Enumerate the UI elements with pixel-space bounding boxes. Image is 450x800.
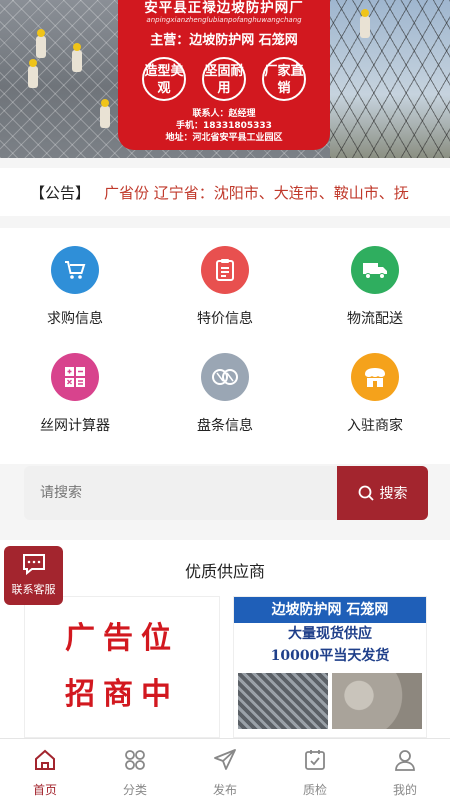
supplier-photos [234,673,426,729]
tab-label: 首页 [32,783,57,797]
product-photo [238,673,328,729]
top-banner[interactable]: 安平县正禄边坡防护网厂 anpingxianzhenglubianpofangh… [0,0,450,158]
check-doc-icon [270,747,360,773]
banner-badge: 厂家直销 [262,57,306,101]
supplier-card-header: 边坡防护网 石笼网 [234,597,426,623]
banner-worker-figure [360,9,370,38]
notice-bar[interactable]: 【公告】 广省份 辽宁省：沈阳市、大连市、鞍山市、抚 [0,168,450,216]
category-label: 物流配送 [347,311,403,327]
search-icon [358,485,374,501]
category-grid: 求购信息 特价信息 物流配送 丝网计算器 盘条信息 入驻商家 [0,228,450,464]
tab-label: 我的 [392,783,417,797]
banner-badges: 造型美观 坚固耐用 厂家直销 [118,57,330,101]
banner-badge: 造型美观 [142,57,186,101]
banner-worker-figure [72,43,82,72]
cart-icon [51,246,99,294]
supplier-card[interactable]: 边坡防护网 石笼网 大量现货供应 10000平当天发货 [233,596,427,738]
banner-sky-photo [330,0,450,158]
banner-contact: 联系人：赵经理 手机：18331805333 地址：河北省安平县工业园区 [118,108,330,144]
customer-service-button[interactable]: 联系客服 [4,546,63,605]
tab-home[interactable]: 首页 [0,739,90,800]
category-item-calculator[interactable]: 丝网计算器 [0,353,150,435]
chat-icon [4,552,63,581]
tab-category[interactable]: 分类 [90,739,180,800]
tab-publish[interactable]: 发布 [180,739,270,800]
notice-text[interactable]: 广省份 辽宁省：沈阳市、大连市、鞍山市、抚 [104,182,409,203]
banner-ad-panel: 安平县正禄边坡防护网厂 anpingxianzhenglubianpofangh… [118,0,330,150]
category-label: 盘条信息 [197,418,253,434]
banner-factory-name: 安平县正禄边坡防护网厂 [144,0,304,16]
product-photo [332,673,422,729]
banner-badge: 坚固耐用 [202,57,246,101]
search-input[interactable] [24,466,337,520]
customer-service-label: 联系客服 [11,583,56,596]
store-icon [351,353,399,401]
user-icon [360,747,450,773]
bottom-tab-bar: 首页 分类 发布 质检 我的 [0,738,450,800]
coil-icon [201,353,249,401]
tab-quality-check[interactable]: 质检 [270,739,360,800]
tab-label: 分类 [122,783,147,797]
search-button-label: 搜索 [379,486,408,502]
supplier-ad-slot[interactable]: 广告位 招商中 [24,596,220,738]
banner-contact-person: 联系人：赵经理 [192,109,256,119]
category-item-purchase[interactable]: 求购信息 [0,246,150,328]
search-button[interactable]: 搜索 [337,466,428,520]
banner-address: 地址：河北省安平县工业园区 [165,133,283,143]
tab-label: 发布 [212,783,237,797]
grid-icon [90,747,180,773]
ad-slot-line: 招商中 [65,677,179,712]
tab-mine[interactable]: 我的 [360,739,450,800]
ad-slot-line: 广告位 [65,621,179,656]
category-item-logistics[interactable]: 物流配送 [300,246,450,328]
home-icon [0,747,90,773]
banner-worker-figure [28,59,38,88]
tab-label: 质检 [302,783,327,797]
category-item-special-price[interactable]: 特价信息 [150,246,300,328]
banner-worker-figure [36,29,46,58]
send-icon [180,747,270,773]
section-title: 优质供应商 [184,562,265,581]
category-item-wire-rod[interactable]: 盘条信息 [150,353,300,435]
quality-suppliers-section: 优质供应商 广告位 招商中 边坡防护网 石笼网 大量现货供应 10000平当天发… [0,540,450,738]
category-item-merchant-join[interactable]: 入驻商家 [300,353,450,435]
banner-net-pattern [330,0,450,158]
notice-label: 【公告】 [30,183,91,202]
category-label: 特价信息 [197,311,253,327]
category-label: 丝网计算器 [40,418,110,434]
supplier-card-line: 大量现货供应 [288,626,372,642]
search-bar: 搜索 [24,466,428,520]
category-label: 入驻商家 [347,418,403,434]
banner-factory-pinyin: anpingxianzhenglubianpofanghuwangchang [146,16,302,24]
truck-icon [351,246,399,294]
supplier-card-line: 10000平当天发货 [270,648,390,664]
category-label: 求购信息 [47,311,103,327]
banner-worker-figure [100,99,110,128]
calculator-icon [51,353,99,401]
banner-main-products: 主营：边坡防护网 石笼网 [150,33,298,48]
banner-phone: 手机：18331805333 [176,121,272,131]
clipboard-icon [201,246,249,294]
